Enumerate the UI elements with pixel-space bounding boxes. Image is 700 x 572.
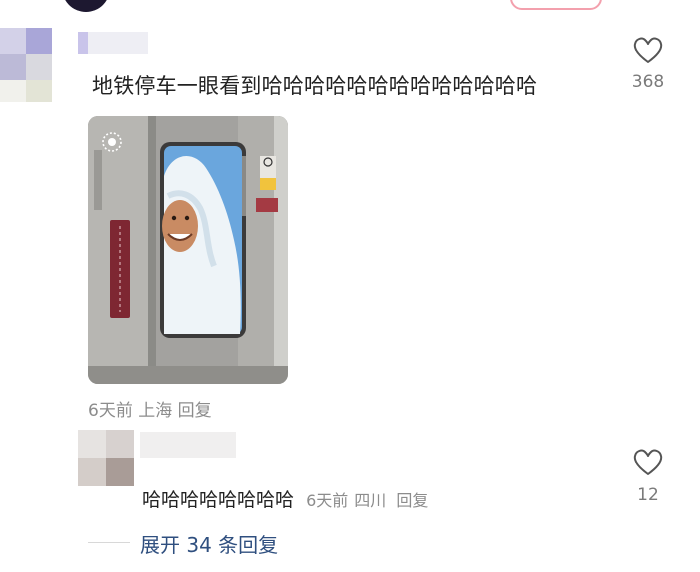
comment-time: 6天前 (88, 401, 133, 421)
reply-time: 6天前 (306, 491, 349, 510)
previous-avatar[interactable] (62, 0, 110, 12)
heart-outline-icon (633, 449, 663, 475)
comment-location: 上海 (138, 401, 173, 421)
comment-image[interactable] (88, 116, 288, 384)
commenter-name[interactable] (78, 32, 148, 54)
commenter-avatar[interactable] (0, 28, 64, 102)
divider (88, 542, 130, 543)
reply-location: 四川 (354, 491, 387, 510)
reply-like-button[interactable] (633, 448, 663, 480)
follow-button[interactable] (510, 0, 602, 10)
heart-outline-icon (633, 37, 663, 63)
subway-door-photo (88, 116, 288, 384)
reply-text: 哈哈哈哈哈哈哈哈 (142, 489, 295, 511)
reply-reply-button[interactable]: 回复 (396, 491, 428, 510)
comment-meta: 6天前 上海 回复 (88, 396, 212, 421)
like-button[interactable] (633, 36, 663, 68)
reply-avatar[interactable] (78, 430, 134, 486)
comment-text: 地铁停车一眼看到哈哈哈哈哈哈哈哈哈哈哈哈哈 (92, 74, 538, 98)
reply-button[interactable]: 回复 (178, 401, 212, 421)
expand-replies-link[interactable]: 展开 34 条回复 (140, 529, 278, 558)
reply-author-name[interactable] (140, 432, 236, 458)
reply-like-count: 12 (637, 485, 659, 505)
like-count: 368 (631, 72, 665, 92)
reply-text-row: 哈哈哈哈哈哈哈哈 6天前 四川 回复 (142, 485, 428, 512)
